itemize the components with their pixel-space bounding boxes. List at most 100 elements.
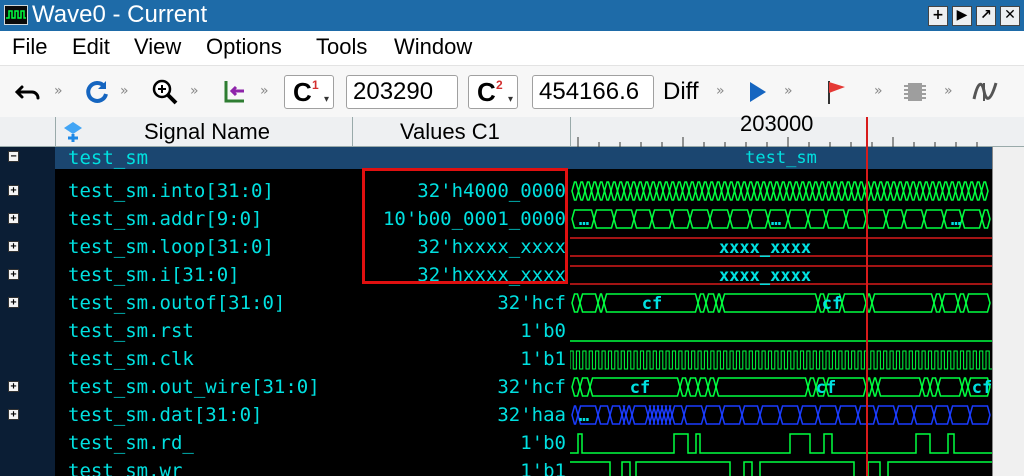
column-divider[interactable]: [55, 117, 56, 147]
refresh-icon[interactable]: [82, 77, 112, 107]
bus-segment: [779, 405, 801, 425]
signal-value-row[interactable]: 1'b1: [352, 345, 570, 373]
run-icon[interactable]: [742, 77, 772, 107]
goto-cursor-icon[interactable]: [220, 77, 250, 107]
chip-icon[interactable]: [900, 77, 930, 107]
chevron-icon[interactable]: »: [944, 83, 953, 99]
signal-name: test_sm.i[31:0]: [68, 264, 240, 286]
cursor1-time-field[interactable]: 203290: [346, 75, 458, 109]
chevron-down-icon: ▾: [323, 94, 329, 105]
signal-row[interactable]: test_sm.out_wire[31:0]: [55, 373, 352, 401]
cursor1-button[interactable]: C 1 ▾: [284, 75, 334, 109]
expand-icon[interactable]: +: [8, 409, 19, 420]
signal-row[interactable]: test_sm.i[31:0]: [55, 261, 352, 289]
vertical-scrollbar[interactable]: [992, 147, 1024, 476]
chevron-icon[interactable]: »: [190, 83, 199, 99]
bus-segment: [857, 181, 866, 201]
signal-value-row[interactable]: [352, 147, 570, 169]
menu-view[interactable]: View: [134, 34, 181, 60]
column-divider[interactable]: [352, 117, 353, 147]
signal-row[interactable]: test_sm.rst: [55, 317, 352, 345]
chevron-icon[interactable]: »: [260, 83, 269, 99]
values-header[interactable]: Values C1: [400, 119, 500, 145]
bus-segment: [961, 181, 970, 201]
bus-segment: [876, 181, 885, 201]
dock-icon[interactable]: ▶: [952, 6, 972, 26]
signal-value: 1'b1: [520, 460, 566, 476]
signal-row[interactable]: test_sm.loop[31:0]: [55, 233, 352, 261]
bus-segment: [954, 181, 963, 201]
bus-segment: [909, 181, 918, 201]
signal-value-row[interactable]: 1'b1: [352, 457, 570, 476]
bus-segment: [805, 181, 814, 201]
menu-edit[interactable]: Edit: [72, 34, 110, 60]
signal-row[interactable]: test_sm.outof[31:0]: [55, 289, 352, 317]
signal-row[interactable]: test_sm.rd_: [55, 429, 352, 457]
signal-value-row[interactable]: 32'haa: [352, 401, 570, 429]
chevron-icon[interactable]: »: [54, 83, 63, 99]
signal-value-row[interactable]: 1'b0: [352, 429, 570, 457]
time-ruler[interactable]: [570, 135, 992, 147]
bus-segment: [688, 181, 697, 201]
bus-segment: [579, 377, 591, 397]
signal-row[interactable]: test_sm.into[31:0]: [55, 177, 352, 205]
bus-segment: [701, 181, 710, 201]
bus-segment: [633, 209, 653, 229]
bus-segment: [845, 209, 867, 229]
expand-icon[interactable]: +: [8, 185, 19, 196]
chevron-icon[interactable]: »: [784, 83, 793, 99]
chevron-icon[interactable]: »: [716, 83, 725, 99]
expand-icon[interactable]: +: [8, 213, 19, 224]
bus-value-label: cf: [972, 378, 992, 398]
signal-row[interactable]: test_sm.addr[9:0]: [55, 205, 352, 233]
cursor2-time-field[interactable]: 454166.6: [532, 75, 654, 109]
expand-icon[interactable]: +: [8, 241, 19, 252]
bus-segment: [714, 181, 723, 201]
menu-tools[interactable]: Tools: [316, 34, 367, 60]
bus-segment: [871, 293, 935, 313]
cursor2-button[interactable]: C 2 ▾: [468, 75, 518, 109]
maximize-icon[interactable]: +: [928, 6, 948, 26]
bus-segment: [721, 293, 819, 313]
menu-window[interactable]: Window: [394, 34, 472, 60]
zoom-in-icon[interactable]: [150, 77, 180, 107]
bus-value-label: …: [771, 210, 781, 230]
bus-segment: [707, 377, 717, 397]
undock-icon[interactable]: ↗: [976, 6, 996, 26]
column-header: Signal Name Values C1 203000: [0, 111, 1024, 147]
signal-name-header[interactable]: Signal Name: [144, 119, 270, 145]
signal-row[interactable]: test_sm.dat[31:0]: [55, 401, 352, 429]
waveform-area[interactable]: test_sm……… xxxx_xxxx xxxx_xxxx cf cf cf cf cf…: [569, 147, 992, 476]
bus-segment: [875, 405, 897, 425]
menu-file[interactable]: File: [12, 34, 47, 60]
close-icon[interactable]: ✕: [1000, 6, 1020, 26]
window-title: Wave0 - Current: [32, 1, 208, 28]
expand-icon[interactable]: +: [8, 269, 19, 280]
expand-icon[interactable]: +: [8, 381, 19, 392]
bus-value-label: …: [579, 210, 589, 230]
bus-segment: [844, 181, 853, 201]
bus-segment: [590, 181, 599, 201]
chevron-icon[interactable]: »: [120, 83, 129, 99]
undo-icon[interactable]: [14, 77, 44, 107]
bus-segment: [703, 405, 723, 425]
bus-segment: [831, 181, 840, 201]
expand-icon[interactable]: +: [8, 297, 19, 308]
collapse-icon[interactable]: −: [8, 151, 19, 162]
bus-segment: [593, 209, 615, 229]
flag-icon[interactable]: [822, 77, 852, 107]
signal-row[interactable]: test_sm.wr_: [55, 457, 352, 476]
bus-segment: [818, 181, 827, 201]
signal-row[interactable]: test_sm.clk: [55, 345, 352, 373]
cursor-c1-line[interactable]: [866, 117, 868, 476]
chevron-icon[interactable]: »: [874, 83, 883, 99]
signal-row[interactable]: test_sm: [55, 147, 352, 169]
bus-segment: [933, 293, 943, 313]
menu-options[interactable]: Options: [206, 34, 282, 60]
bus-segment: [929, 377, 939, 397]
hierarchy-icon[interactable]: [60, 120, 86, 144]
signal-value-row[interactable]: 1'b0: [352, 317, 570, 345]
signal-value-row[interactable]: 32'hcf: [352, 373, 570, 401]
signal-icon[interactable]: [970, 77, 1000, 107]
signal-value-row[interactable]: 32'hcf: [352, 289, 570, 317]
